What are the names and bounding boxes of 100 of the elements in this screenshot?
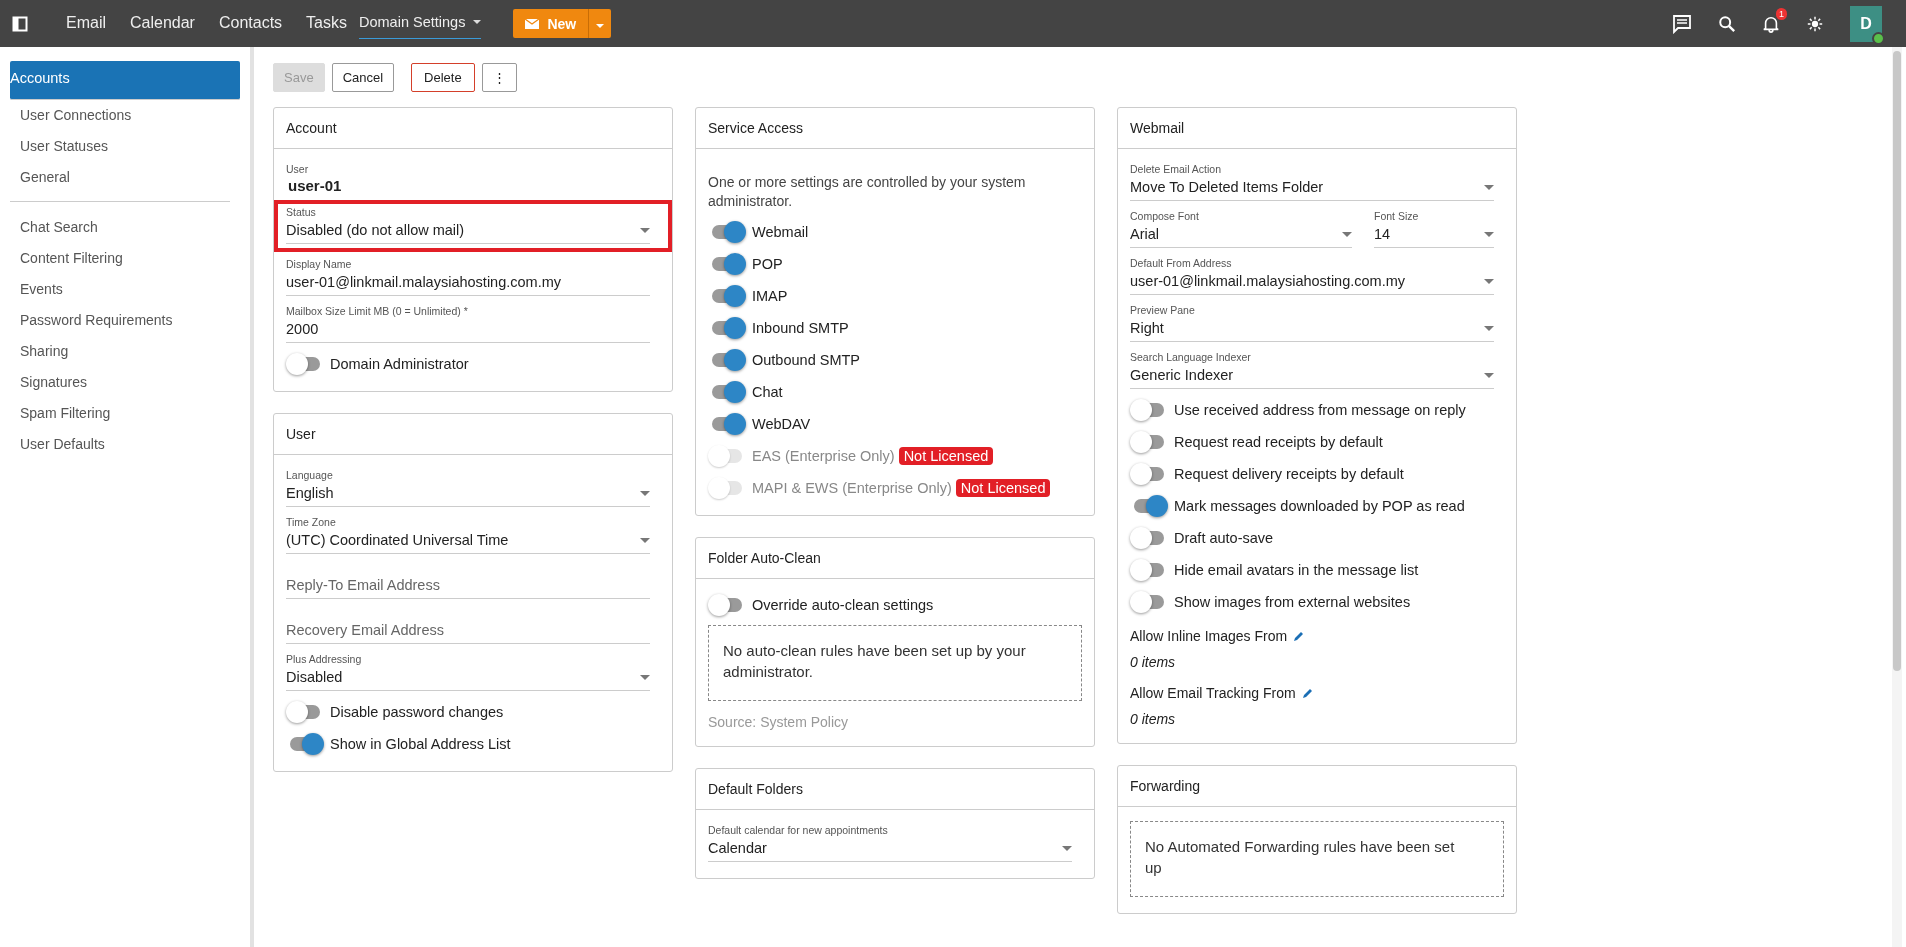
toolbar-button[interactable]: Cancel	[331, 63, 395, 92]
toggle-label: Show images from external websites	[1174, 593, 1411, 610]
envelope-icon	[525, 18, 540, 29]
edit-icon[interactable]	[1301, 687, 1314, 699]
dropdown-field[interactable]: English	[286, 483, 650, 507]
toggle-label: Disable password changes	[330, 703, 504, 720]
sidebar-item[interactable]: Password Requirements	[10, 305, 240, 336]
status-badge: Not Licensed	[955, 478, 1051, 497]
toggle-label: MAPI & EWS (Enterprise Only)	[752, 479, 952, 496]
search-icon[interactable]	[1718, 14, 1736, 33]
dropdown-field[interactable]: Move To Deleted Items Folder	[1130, 177, 1494, 201]
toggle-label: Show in Global Address List	[330, 735, 511, 752]
toggle-label: POP	[752, 255, 783, 272]
caret-icon	[640, 227, 650, 233]
sidebar-item[interactable]: Sharing	[10, 336, 240, 367]
toggle-label: Mark messages downloaded by POP as read	[1174, 497, 1465, 514]
toggle-label: Inbound SMTP	[752, 319, 849, 336]
field-label: Time Zone	[286, 516, 337, 528]
card-title: Folder Auto-Clean	[708, 550, 821, 566]
toggle-label: EAS (Enterprise Only)	[752, 447, 895, 464]
text-field[interactable]: 2000	[286, 319, 650, 343]
new-dropdown-button[interactable]	[588, 9, 612, 38]
nav-link[interactable]: Tasks	[294, 8, 359, 39]
nav-link[interactable]: Email	[54, 8, 118, 39]
status-badge: Not Licensed	[898, 446, 994, 465]
sidebar-item[interactable]: User Defaults	[10, 429, 240, 460]
sidebar-item[interactable]: Events	[10, 274, 240, 305]
caret-icon	[1484, 184, 1494, 190]
field-label: User	[286, 163, 310, 175]
dropdown-field[interactable]: Disabled	[286, 667, 650, 691]
text-field[interactable]: Reply-To Email Address	[286, 575, 650, 599]
nav-link[interactable]: Domain Settings	[359, 8, 482, 39]
sidebar-item[interactable]: General	[10, 162, 240, 193]
more-button[interactable]: ⋮	[481, 63, 517, 92]
toggle-label: Request delivery receipts by default	[1174, 465, 1404, 482]
nav-link[interactable]: Calendar	[118, 8, 207, 39]
chat-icon[interactable]	[1672, 13, 1692, 34]
field-label: Display Name	[286, 258, 353, 270]
item-count: 0 items	[1130, 654, 1177, 670]
field-label: Status	[286, 206, 317, 218]
dropdown-field[interactable]: Calendar	[708, 838, 1072, 862]
caret-icon	[1484, 372, 1494, 378]
sidebar-item[interactable]: Spam Filtering	[10, 398, 240, 429]
item-count: 0 items	[1130, 711, 1177, 727]
dropdown-field[interactable]: Right	[1130, 318, 1494, 342]
caret-icon	[1484, 278, 1494, 284]
sidebar-item[interactable]: User Connections	[10, 100, 240, 131]
list-title: Allow Inline Images From	[1130, 628, 1288, 644]
toggle-label: Override auto-clean settings	[752, 596, 934, 613]
card-title: Service Access	[708, 120, 803, 136]
dropdown-field[interactable]: Arial	[1130, 224, 1352, 248]
toggle-label: Domain Administrator	[330, 355, 469, 372]
info-text: One or more settings are controlled by your system administrator.	[708, 173, 1027, 211]
sidebar-item[interactable]: User Statuses	[10, 131, 240, 162]
caret-icon	[1484, 325, 1494, 331]
caret-icon	[640, 537, 650, 543]
field-label: Plus Addressing	[286, 653, 363, 665]
field-label: Preview Pane	[1130, 304, 1196, 316]
dropdown-field[interactable]: (UTC) Coordinated Universal Time	[286, 530, 650, 554]
text-field[interactable]: Recovery Email Address	[286, 620, 650, 644]
card-title: Default Folders	[708, 781, 803, 797]
text-field[interactable]: user-01@linkmail.malaysiahosting.com.my	[286, 272, 650, 296]
dropdown-field[interactable]: 14	[1374, 224, 1494, 248]
caret-icon	[1484, 231, 1494, 237]
toggle-label: WebDAV	[752, 415, 811, 432]
source-text: Source: System Policy	[708, 714, 850, 730]
toggle-label: Outbound SMTP	[752, 351, 860, 368]
sun-icon[interactable]	[1806, 14, 1824, 33]
field-label: Delete Email Action	[1130, 163, 1223, 175]
sidebar-item[interactable]: Accounts	[10, 61, 240, 100]
caret-icon	[596, 24, 605, 28]
delete-button[interactable]: Delete	[411, 63, 475, 92]
card-title: Forwarding	[1130, 778, 1201, 794]
sidebar-item[interactable]: Content Filtering	[10, 243, 240, 274]
toggle-label: Chat	[752, 383, 783, 400]
sidebar-toggle-icon[interactable]	[12, 15, 28, 32]
field-label: Compose Font	[1130, 210, 1200, 222]
user-avatar[interactable]: D	[1850, 5, 1882, 42]
notification-count: 1	[1776, 7, 1787, 20]
toggle-label: Webmail	[752, 223, 809, 240]
empty-rules-box: No auto-clean rules have been set up by your administrator.	[708, 625, 1082, 701]
dropdown-field[interactable]: Disabled (do not allow mail)	[286, 220, 650, 244]
caret-icon	[1342, 231, 1352, 237]
list-title: Allow Email Tracking From	[1130, 685, 1296, 701]
sidebar-item[interactable]: Chat Search	[10, 212, 240, 243]
toggle-label: Use received address from message on reply	[1174, 401, 1466, 418]
bell-icon[interactable]	[1762, 14, 1780, 33]
field-label: Default From Address	[1130, 257, 1233, 269]
toggle-label: IMAP	[752, 287, 788, 304]
field-label: Language	[286, 469, 334, 481]
dropdown-field[interactable]: Generic Indexer	[1130, 365, 1494, 389]
edit-icon[interactable]	[1293, 630, 1306, 642]
field-label: Font Size	[1374, 210, 1420, 222]
dropdown-field[interactable]: user-01@linkmail.malaysiahosting.com.my	[1130, 271, 1494, 295]
scrollbar[interactable]	[1892, 47, 1902, 947]
caret-icon	[640, 674, 650, 680]
nav-link[interactable]: Contacts	[206, 8, 295, 39]
toggle-label: Request read receipts by default	[1174, 433, 1383, 450]
sidebar-item[interactable]: Signatures	[10, 367, 240, 398]
toggle-label: Draft auto-save	[1174, 529, 1274, 546]
